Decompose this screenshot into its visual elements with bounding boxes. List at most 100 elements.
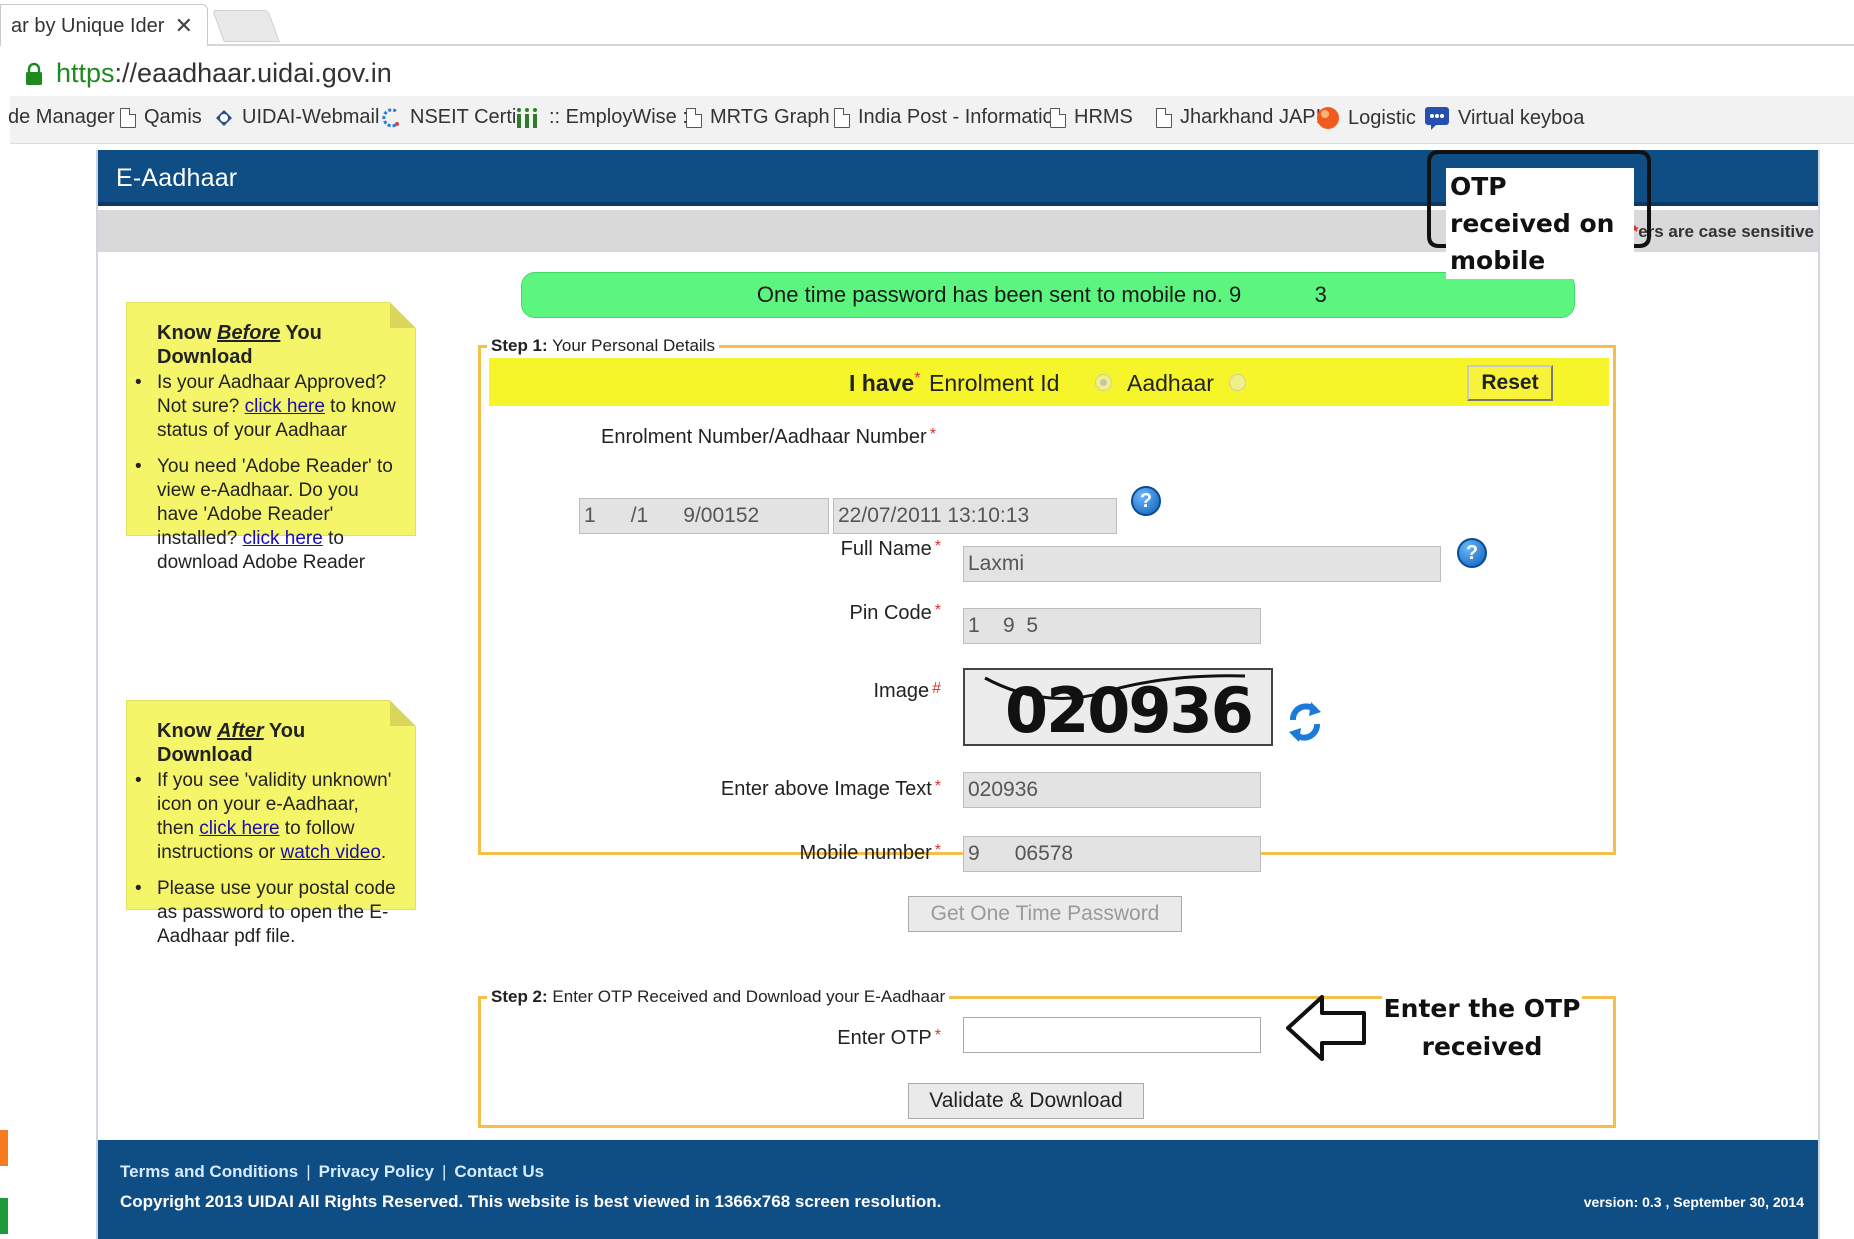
bookmark-label: Qamis [144,106,202,128]
know-before-heading: Know Before You Download [157,322,322,368]
aadhaar-label: Aadhaar [1127,370,1214,396]
bookmark-hrms[interactable]: HRMS [1050,106,1133,129]
bookmark-label: :: EmployWise :: [549,106,694,128]
full-name-label: Full Name * [840,538,941,560]
enter-otp-annotation: Enter the OTP received [1382,990,1582,1066]
reset-button[interactable]: Reset [1467,365,1553,401]
enrolment-date-input[interactable] [833,498,1117,534]
address-bar[interactable]: https://eaadhaar.uidai.gov.in [10,52,1854,96]
enrolment-id-radio[interactable] [1095,374,1112,391]
bookmark-mrtg-graph[interactable]: MRTG Graph [686,106,830,129]
pin-code-input[interactable] [963,608,1261,644]
bookmark-virtual-keyboard[interactable]: Virtual keyboa [1424,106,1584,130]
footer-links: Terms and Conditions | Privacy Policy | Cont… [120,1162,544,1182]
bookmark-jharkhand-japit[interactable]: Jharkhand JAPIT [1156,106,1333,129]
bookmark-label: India Post - Informatic [858,106,1052,128]
bookmark-manager[interactable]: de Manager [8,106,115,129]
validity-click-here-link[interactable]: click here [199,818,279,839]
watch-video-link[interactable]: watch video [281,842,381,863]
privacy-link[interactable]: Privacy Policy [319,1162,434,1181]
know-before-list: Is your Aadhaar Approved? Not sure? clic… [135,371,399,575]
contact-link[interactable]: Contact Us [454,1162,544,1181]
url-host: ://eaadhaar.uidai.gov.in [114,58,392,88]
separator: | [441,1162,447,1181]
site-footer: Terms and Conditions | Privacy Policy | Cont… [98,1140,1818,1239]
help-icon[interactable]: ? [1131,486,1161,516]
tab-title: ar by Unique Ider [11,15,165,37]
know-after-box: Know After You Download If you see 'vali… [126,700,416,947]
new-tab-button[interactable] [212,10,280,42]
bookmark-employwise[interactable]: :: EmployWise :: [515,106,693,129]
list-item: If you see 'validity unknown' icon on yo… [135,769,399,865]
page-icon [1050,107,1066,128]
bookmark-label: Jharkhand JAPIT [1180,106,1334,128]
get-otp-button[interactable]: Get One Time Password [908,896,1182,932]
close-tab-icon[interactable]: ✕ [175,13,193,39]
bookmark-label: HRMS [1074,106,1133,128]
copyright-text: Copyright 2013 UIDAI All Rights Reserved… [120,1192,942,1211]
version-text: version: 0.3 , September 30, 2014 [1583,1194,1804,1210]
list-item: You need 'Adobe Reader' to view e-Aadhaa… [135,455,399,575]
mobile-number-input[interactable] [963,836,1261,872]
bookmark-uidai-webmail[interactable]: UIDAI-Webmail [214,106,379,129]
step1-fieldset: Step 1: Your Personal Details I have* En… [478,336,1616,932]
id-type-bar: I have* Enrolment Id Aadhaar Reset [489,358,1609,406]
enrolment-number-input[interactable] [579,498,829,534]
otp-input[interactable] [963,1017,1261,1053]
bookmark-label: NSEIT Certi [410,106,517,128]
page-icon [120,107,136,128]
step2-legend: Step 2: Enter OTP Received and Download … [487,987,950,1007]
refresh-captcha-icon[interactable] [1285,698,1325,746]
lock-icon [26,62,42,85]
eaadhaar-page: E-Aadhaar *ers are case sensitive One ti… [96,150,1820,1239]
flag-stripe [0,1130,8,1234]
terms-link[interactable]: Terms and Conditions [120,1162,298,1181]
bookmark-label: UIDAI-Webmail [242,106,380,128]
logistic-icon [1317,107,1339,129]
bookmark-label: Logistic [1348,106,1416,129]
page-icon [1156,107,1172,128]
page-icon [686,107,702,128]
bookmark-logistic[interactable]: Logistic [1316,106,1416,130]
case-note-text: ers are case sensitive [1638,222,1814,241]
otp-received-annotation: OTP received on mobile [1446,168,1634,279]
enrolment-id-label: Enrolment Id [929,370,1060,396]
image-text-input[interactable] [963,772,1261,808]
enrolment-number-label: Enrolment Number/Aadhaar Number * [601,426,936,448]
bookmark-label: Virtual keyboa [1458,106,1585,129]
virtual-keyboard-icon [1425,107,1449,130]
otp-sent-banner: One time password has been sent to mobil… [521,272,1575,318]
bookmark-nseit-certi[interactable]: NSEIT Certi [382,106,516,129]
help-icon[interactable]: ? [1457,538,1487,568]
bookmarks-bar: de Manager Qamis UIDAI-Webmail NSEIT Cer… [8,96,1854,144]
bookmark-india-post[interactable]: India Post - Informatic [834,106,1052,129]
aadhaar-radio[interactable] [1229,374,1246,391]
bookmark-label: MRTG Graph [710,106,830,128]
list-item: Please use your postal code as password … [135,877,399,949]
full-name-input[interactable] [963,546,1441,582]
url-text: https://eaadhaar.uidai.gov.in [56,58,392,89]
know-after-heading: Know After You Download [157,720,306,766]
step1-legend: Step 1: Your Personal Details [487,336,719,356]
image-label: Image # [873,680,942,702]
case-sensitive-note: *ers are case sensitive [1632,222,1814,242]
know-before-box: Know Before You Download Is your Aadhaar… [126,302,416,573]
bookmark-qamis[interactable]: Qamis [120,106,202,129]
mobile-number-label: Mobile number * [799,842,941,864]
enter-otp-label: Enter OTP * [837,1027,941,1049]
browser-tabstrip: ar by Unique Ider ✕ [0,0,1854,46]
know-after-list: If you see 'validity unknown' icon on yo… [135,769,399,949]
browser-tab[interactable]: ar by Unique Ider ✕ [0,4,208,46]
i-have-label: I have* [849,370,921,396]
separator: | [306,1162,311,1181]
pin-code-label: Pin Code * [849,602,941,624]
validate-download-button[interactable]: Validate & Download [908,1083,1144,1119]
adobe-click-here-link[interactable]: click here [243,528,323,549]
page-icon [834,107,850,128]
list-item: Is your Aadhaar Approved? Not sure? clic… [135,371,399,443]
captcha-image: 020936 [963,668,1273,746]
employwise-icon [517,107,537,128]
status-click-here-link[interactable]: click here [245,396,325,417]
nseit-icon [382,107,400,127]
webmail-icon [216,109,232,126]
